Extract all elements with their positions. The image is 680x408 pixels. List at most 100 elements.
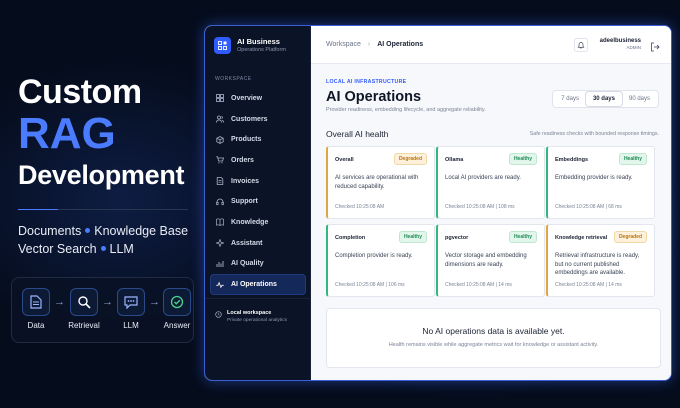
logout-button[interactable] [650,39,662,52]
empty-state-subtitle: Health remains visible while aggregate m… [388,342,599,348]
promo-headline: Custom RAG Development [18,74,203,192]
status-badge: Healthy [508,153,537,165]
sidebar-item-products[interactable]: Products [210,129,306,150]
section-header: Overall AI health Safe readiness checks … [326,129,659,139]
tag: Documents [18,224,82,238]
health-card-embeddings: Embeddings Healthy Embedding provider is… [546,146,655,219]
health-card-completion: Completion Healthy Completion provider i… [326,224,435,297]
flow-step-data: Data [21,288,51,330]
topbar: Workspace › AI Operations adeelbusiness AD… [311,26,671,64]
logout-icon [651,42,660,52]
flow-step-answer: Answer [162,288,192,330]
health-card-overall: Overall Degraded AI services are operati… [326,146,435,219]
promo-tags: Documents Knowledge Base Vector Search LLM [18,222,198,258]
footer-subtitle: Private operational analytics [227,318,287,323]
invoice-icon [216,177,224,185]
sparkle-icon [216,239,224,248]
workspace-label: WORKSPACE [215,76,252,82]
document-icon [22,288,50,316]
headline-line-2: RAG [18,109,116,158]
user-menu[interactable]: adeelbusiness ADMIN [596,38,641,50]
brand[interactable]: AI Business Operations Platform [214,37,286,54]
sidebar-item-label: Orders [231,156,254,164]
arrow-icon: → [149,296,160,308]
card-description: Retrieval infrastructure is ready, but n… [555,253,640,276]
box-icon [216,135,224,144]
breadcrumb-root[interactable]: Workspace [326,41,361,48]
headline-line-3: Development [18,160,185,190]
sidebar: AI Business Operations Platform WORKSPAC… [205,26,311,380]
empty-state: No AI operations data is available yet. … [326,308,661,368]
card-description: AI services are operational with reduced… [335,175,419,190]
sidebar-item-overview[interactable]: Overview [210,88,306,109]
sidebar-item-ai-operations[interactable]: AI Operations [210,274,306,295]
headline-line-1: Custom [18,73,142,111]
breadcrumb-current: AI Operations [377,41,424,48]
card-checked: Checked 10:25:08 AM | 68 ms [555,204,622,210]
section-note: Safe readiness checks with bounded respo… [529,131,659,137]
grid-icon [216,94,224,103]
page-eyebrow: LOCAL AI INFRASTRUCTURE [326,79,407,85]
sidebar-item-label: Overview [231,94,263,102]
flow-label: Answer [163,321,191,330]
arrow-icon: → [102,296,113,308]
flow-step-retrieval: Retrieval [68,288,100,330]
card-description: Completion provider is ready. [335,253,413,259]
range-option-90-days[interactable]: 90 days [622,92,657,106]
notifications-button[interactable] [574,38,588,52]
clock-icon [215,311,222,318]
cart-icon [216,156,224,164]
range-option-30-days[interactable]: 30 days [585,92,622,106]
rag-flow-diagram: Data → Retrieval → LLM → Answer [11,277,194,343]
sidebar-item-invoices[interactable]: Invoices [210,171,306,192]
sidebar-item-label: Knowledge [231,218,269,226]
chat-icon [117,288,145,316]
health-card-knowledge-retrieval: Knowledge retrieval Degraded Retrieval i… [546,224,655,297]
card-checked: Checked 10:25:08 AM [335,204,385,210]
bell-icon [577,42,585,49]
flow-label: LLM [123,321,139,330]
tag: Vector Search [18,242,97,256]
pulse-icon [216,281,224,288]
sidebar-footer: Local workspace Private operational anal… [205,298,310,380]
card-description: Vector storage and embedding dimensions … [445,253,527,268]
user-role: ADMIN [626,45,642,50]
breadcrumb-separator: › [367,41,371,48]
app-window: AI Business Operations Platform WORKSPAC… [204,25,672,381]
sidebar-item-label: Support [231,198,258,206]
status-badge: Degraded [613,231,647,243]
sidebar-item-assistant[interactable]: Assistant [210,233,306,254]
chart-icon [216,260,224,267]
status-badge: Degraded [393,153,427,165]
time-range-selector: 7 days 30 days 90 days [552,90,659,108]
tag: LLM [109,242,134,256]
users-icon [216,115,224,123]
sidebar-nav: Overview Customers Products Orders Invoi… [210,88,306,295]
sidebar-item-label: AI Quality [231,260,264,268]
sidebar-item-label: Invoices [231,177,260,185]
support-icon [216,198,224,205]
sidebar-item-support[interactable]: Support [210,191,306,212]
sidebar-item-knowledge[interactable]: Knowledge [210,212,306,233]
sidebar-item-orders[interactable]: Orders [210,150,306,171]
sidebar-item-label: AI Operations [231,281,277,289]
sidebar-item-label: Assistant [231,239,263,247]
bullet-dot [100,246,106,252]
breadcrumb: Workspace › AI Operations [326,41,423,48]
status-badge: Healthy [508,231,537,243]
logo-icon [214,37,231,54]
workspace-switcher[interactable]: Local workspace Private operational anal… [215,310,287,323]
sidebar-item-label: Customers [231,115,268,123]
sidebar-item-customers[interactable]: Customers [210,109,306,130]
tag: Knowledge Base [94,224,189,238]
bullet-dot [85,228,91,234]
card-checked: Checked 10:25:08 AM | 14 ms [445,282,512,288]
status-badge: Healthy [398,231,427,243]
card-description: Local AI providers are ready. [445,175,521,181]
flow-step-llm: LLM [116,288,146,330]
promo-divider [18,209,188,210]
health-card-pgvector: pgvector Healthy Vector storage and embe… [436,224,545,297]
sidebar-item-ai-quality[interactable]: AI Quality [210,254,306,275]
range-option-7-days[interactable]: 7 days [554,92,586,106]
page-content: LOCAL AI INFRASTRUCTURE AI Operations Pr… [326,79,661,368]
